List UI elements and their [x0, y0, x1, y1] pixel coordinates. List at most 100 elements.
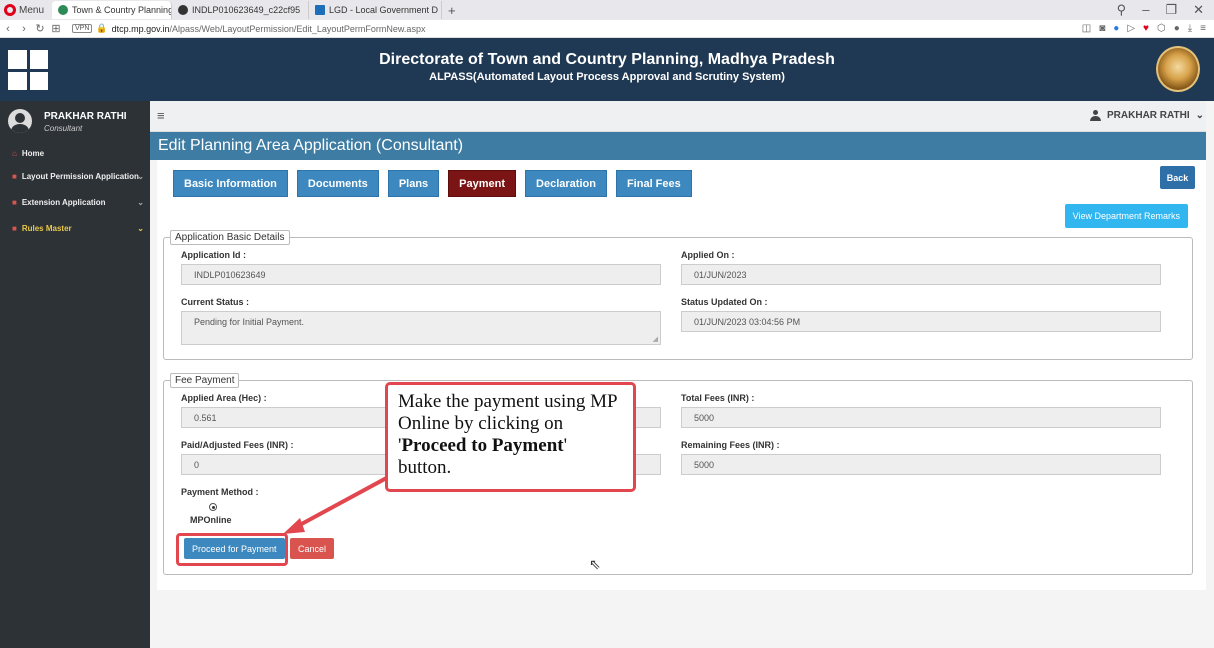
main-content: Basic Information Documents Plans Paymen…: [150, 160, 1214, 648]
caret-down-icon: ⌄: [1195, 110, 1204, 121]
status-updated-label: Status Updated On :: [681, 297, 768, 307]
form-panel: Basic Information Documents Plans Paymen…: [157, 160, 1208, 590]
user-icon: [1090, 110, 1102, 121]
browser-tab-bar: Menu Town & Country Planning ✕ INDLP0106…: [0, 0, 1214, 20]
sidebar-item-rules-master[interactable]: ■ Rules Master ⌄: [0, 215, 150, 241]
instruction-callout: Make the payment using MP Online by clic…: [385, 382, 636, 492]
page-scrollbar[interactable]: [1206, 101, 1214, 648]
tab-plans[interactable]: Plans: [387, 170, 440, 197]
sidebar-item-home[interactable]: ⌂ Home: [0, 143, 150, 163]
tab-payment[interactable]: Payment: [448, 170, 517, 197]
current-status-field[interactable]: Pending for Initial Payment. ◢: [181, 311, 661, 345]
mouse-cursor-icon: ⇖: [589, 556, 601, 572]
page-title: Edit Planning Area Application (Consulta…: [150, 132, 1214, 160]
globe-icon: [178, 5, 189, 15]
sidebar-item-label: Rules Master: [21, 223, 72, 233]
browser-tab-0[interactable]: Town & Country Planning ✕: [52, 1, 173, 19]
tab-basic-information[interactable]: Basic Information: [173, 170, 288, 197]
menu-lines-icon[interactable]: ≡: [1200, 23, 1206, 34]
sidebar: PRAKHAR RATHI Consultant ⌂ Home ■ Layout…: [0, 101, 150, 648]
chevron-down-icon: ⌄: [137, 223, 144, 233]
status-updated-field[interactable]: 01/JUN/2023 03:04:56 PM: [681, 311, 1161, 332]
resize-grip-icon[interactable]: ◢: [653, 335, 658, 343]
home-icon: ⌂: [12, 148, 17, 158]
top-navbar: ≡ PRAKHAR RATHI ⌄: [150, 101, 1214, 132]
application-id-field[interactable]: INDLP010623649: [181, 264, 661, 285]
sidebar-user-name: PRAKHAR RATHI: [44, 111, 127, 122]
tab-documents[interactable]: Documents: [296, 170, 379, 197]
new-tab-button[interactable]: +: [442, 3, 462, 18]
speed-dial-icon[interactable]: ⊞: [48, 22, 64, 35]
mponline-radio[interactable]: [209, 503, 217, 511]
view-department-remarks-button[interactable]: View Department Remarks: [1064, 204, 1188, 228]
sidebar-item-label: Layout Permission Application: [21, 171, 139, 181]
lgd-favicon-icon: [315, 5, 326, 15]
url-text[interactable]: dtcp.mp.gov.in/Alpass/Web/LayoutPermissi…: [112, 24, 426, 34]
basic-details-legend: Application Basic Details: [170, 230, 290, 245]
heart-icon[interactable]: ♥: [1143, 23, 1149, 34]
restore-icon[interactable]: ❐: [1165, 2, 1177, 18]
close-window-icon[interactable]: ✕: [1193, 2, 1204, 18]
browser-tab-2[interactable]: LGD - Local Government D ✕: [309, 1, 443, 19]
back-arrow-icon[interactable]: ‹: [0, 23, 16, 35]
account-icon[interactable]: ●: [1174, 23, 1180, 34]
tab-declaration[interactable]: Declaration: [525, 170, 607, 197]
browser-tab-1[interactable]: INDLP010623649_c22cf95 ✕: [172, 1, 310, 19]
opera-logo-icon: [4, 4, 16, 16]
folder-icon: ■: [12, 223, 17, 233]
site-favicon-icon: [58, 5, 69, 15]
browser-menu-button[interactable]: Menu: [0, 0, 52, 20]
mp-government-emblem-icon: [1156, 46, 1200, 92]
forward-arrow-icon[interactable]: ›: [16, 23, 32, 35]
applied-area-label: Applied Area (Hec) :: [181, 393, 267, 403]
sidebar-item-layout-permission[interactable]: ■ Layout Permission Application ⌄: [0, 163, 150, 189]
hamburger-menu-icon[interactable]: ≡: [157, 108, 165, 123]
total-fees-label: Total Fees (INR) :: [681, 393, 755, 403]
applied-on-field[interactable]: 01/JUN/2023: [681, 264, 1161, 285]
address-bar: ‹ › ↻ ⊞ VPN 🔒 dtcp.mp.gov.in/Alpass/Web/…: [0, 20, 1214, 38]
mponline-option-label: MPOnline: [190, 515, 232, 525]
chevron-down-icon: ⌄: [137, 171, 144, 181]
applied-on-label: Applied On :: [681, 250, 735, 260]
sidebar-item-extension[interactable]: ■ Extension Application ⌄: [0, 189, 150, 215]
camera-icon[interactable]: ◙: [1099, 23, 1105, 34]
minimize-icon[interactable]: –: [1142, 2, 1149, 18]
vpn-badge[interactable]: VPN: [72, 24, 93, 33]
top-user-name: PRAKHAR RATHI: [1107, 110, 1190, 121]
cancel-button[interactable]: Cancel: [290, 538, 335, 559]
avatar: [8, 109, 32, 133]
callout-bold-text: Proceed to Payment: [401, 435, 564, 456]
search-icon[interactable]: ⚲: [1117, 2, 1127, 18]
snapshot-icon[interactable]: ◫: [1082, 23, 1091, 34]
header-subtitle: ALPASS(Automated Layout Process Approval…: [429, 71, 785, 83]
browser-menu-label: Menu: [19, 4, 45, 16]
proceed-for-payment-button[interactable]: Proceed for Payment: [184, 538, 285, 559]
fee-payment-legend: Fee Payment: [170, 373, 240, 388]
total-fees-field[interactable]: 5000: [681, 407, 1161, 428]
download-icon[interactable]: ⤓: [1188, 23, 1192, 34]
sidebar-user-panel: PRAKHAR RATHI Consultant: [0, 101, 150, 141]
user-dropdown[interactable]: PRAKHAR RATHI ⌄: [1090, 110, 1204, 121]
folder-icon: ■: [12, 171, 17, 181]
cube-icon[interactable]: ⬡: [1157, 23, 1166, 34]
form-tabs: Basic Information Documents Plans Paymen…: [173, 170, 692, 197]
shield-icon[interactable]: ●: [1113, 23, 1119, 34]
app-header: Directorate of Town and Country Planning…: [0, 38, 1214, 101]
extension-icons: ◫ ◙ ● ▷ ♥ ⬡ ● ⤓ ≡: [1082, 23, 1206, 34]
url-path: /Alpass/Web/LayoutPermission/Edit_Layout…: [169, 23, 426, 34]
current-status-label: Current Status :: [181, 297, 250, 307]
paid-fees-label: Paid/Adjusted Fees (INR) :: [181, 440, 294, 450]
browser-tab-label: Town & Country Planning: [72, 5, 173, 15]
lock-icon: 🔒: [96, 23, 108, 33]
window-controls: ⚲ – ❐ ✕: [1117, 2, 1204, 18]
chevron-down-icon: ⌄: [137, 197, 144, 207]
remaining-fees-field[interactable]: 5000: [681, 454, 1161, 475]
back-button[interactable]: Back: [1160, 166, 1195, 189]
play-icon[interactable]: ▷: [1127, 23, 1135, 34]
sidebar-item-label: Home: [21, 148, 45, 158]
tab-final-fees[interactable]: Final Fees: [615, 170, 692, 197]
reload-icon[interactable]: ↻: [32, 22, 48, 35]
payment-method-label: Payment Method :: [181, 487, 259, 497]
current-status-value: Pending for Initial Payment.: [194, 317, 305, 327]
browser-tab-label: INDLP010623649_c22cf95: [192, 5, 301, 15]
